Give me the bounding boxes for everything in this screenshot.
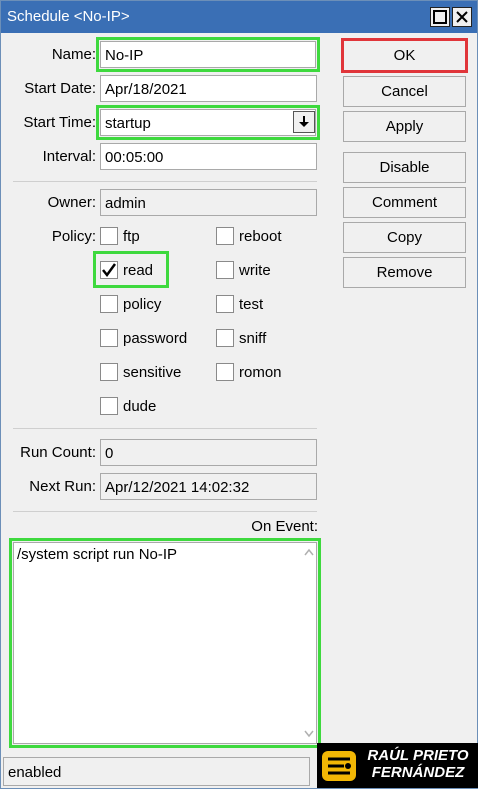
policy-reboot-checkbox[interactable] (216, 227, 234, 245)
schedule-window: Schedule <No-IP> Name: No-IP Start Date:… (0, 0, 478, 789)
policy-policy-label: policy (123, 296, 162, 313)
checkmark-icon (102, 263, 117, 278)
policy-sniff-checkbox[interactable] (216, 329, 234, 347)
next-run-field: Apr/12/2021 14:02:32 (100, 473, 317, 500)
policy-reboot-label: reboot (239, 228, 282, 245)
on-event-textarea[interactable]: /system script run No-IP (9, 538, 321, 748)
policy-sensitive-label: sensitive (123, 364, 182, 381)
dropdown-arrow-icon (299, 116, 309, 127)
policy-sniff-label: sniff (239, 330, 267, 347)
ok-button[interactable]: OK (341, 38, 468, 73)
start-time-dropdown-button[interactable] (293, 111, 315, 133)
author-logo: RAÚL PRIETO FERNÁNDEZ (317, 743, 478, 788)
window-title: Schedule <No-IP> (7, 8, 130, 25)
name-input[interactable]: No-IP (96, 37, 320, 72)
policy-password-checkbox[interactable] (100, 329, 118, 347)
maximize-icon (433, 10, 447, 24)
owner-field: admin (100, 189, 317, 216)
owner-label: Owner: (47, 194, 96, 211)
policy-ftp-label: ftp (123, 228, 140, 245)
cancel-button[interactable]: Cancel (343, 76, 466, 107)
disable-button[interactable]: Disable (343, 152, 466, 183)
copy-button[interactable]: Copy (343, 222, 466, 253)
title-bar[interactable]: Schedule <No-IP> (1, 1, 477, 33)
next-run-label: Next Run: (29, 478, 96, 495)
policy-read-label: read (123, 262, 154, 279)
name-label: Name: (51, 46, 96, 63)
policy-read-checkbox[interactable] (100, 261, 118, 279)
policy-policy-checkbox[interactable] (100, 295, 118, 313)
policy-dude-checkbox[interactable] (100, 397, 118, 415)
remove-button[interactable]: Remove (343, 257, 466, 288)
scroll-up-icon[interactable] (303, 547, 315, 557)
policy-romon-label: romon (239, 364, 282, 381)
start-date-input[interactable]: Apr/18/2021 (100, 75, 317, 102)
separator (13, 181, 317, 182)
policy-password-label: password (123, 330, 188, 347)
status-bar: enabled (3, 757, 310, 786)
policy-test-checkbox[interactable] (216, 295, 234, 313)
policy-dude-label: dude (123, 398, 157, 415)
scroll-down-icon[interactable] (303, 729, 315, 739)
policy-test-label: test (239, 296, 264, 313)
separator (13, 428, 317, 429)
policy-write-label: write (239, 262, 271, 279)
logo-icon (322, 751, 356, 781)
logo-line2: FERNÁNDEZ (371, 764, 465, 781)
interval-input[interactable]: 00:05:00 (100, 143, 317, 170)
policy-label: Policy: (51, 228, 96, 245)
run-count-field: 0 (100, 439, 317, 466)
close-button[interactable] (452, 7, 472, 27)
policy-sensitive-checkbox[interactable] (100, 363, 118, 381)
policy-write-checkbox[interactable] (216, 261, 234, 279)
interval-label: Interval: (42, 148, 96, 165)
start-date-label: Start Date: (24, 80, 96, 97)
close-icon (456, 11, 468, 23)
run-count-label: Run Count: (20, 444, 96, 461)
logo-line1: RAÚL PRIETO (367, 747, 469, 764)
policy-romon-checkbox[interactable] (216, 363, 234, 381)
start-time-label: Start Time: (23, 114, 96, 131)
separator (13, 511, 317, 512)
comment-button[interactable]: Comment (343, 187, 466, 218)
policy-ftp-checkbox[interactable] (100, 227, 118, 245)
start-time-select[interactable]: startup (96, 105, 320, 140)
maximize-button[interactable] (430, 7, 450, 27)
apply-button[interactable]: Apply (343, 111, 466, 142)
on-event-text: /system script run No-IP (17, 546, 178, 563)
on-event-label: On Event: (251, 518, 318, 535)
